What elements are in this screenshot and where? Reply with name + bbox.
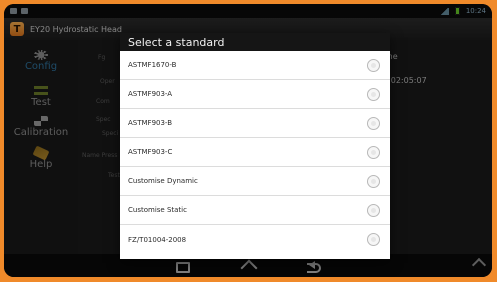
standard-option-label: Customise Static: [128, 206, 187, 214]
standard-option-label: ASTMF903-A: [128, 90, 173, 98]
standard-option-customise-static[interactable]: Customise Static: [120, 196, 390, 225]
standard-option-label: Customise Dynamic: [128, 177, 198, 185]
dialog-title: Select a standard: [128, 35, 225, 49]
standard-option-customise-dynamic[interactable]: Customise Dynamic: [120, 167, 390, 196]
radio-button-icon[interactable]: [367, 145, 380, 159]
standard-option-astmf903-b[interactable]: ASTMF903-B: [120, 109, 390, 138]
standard-option-astmf1670-b[interactable]: ASTMF1670-B: [120, 51, 390, 80]
radio-button-icon[interactable]: [367, 116, 380, 130]
standard-option-label: ASTMF1670-B: [128, 61, 177, 69]
radio-button-icon[interactable]: [367, 174, 380, 188]
dialog-header: Select a standard: [120, 33, 390, 51]
standard-option-astmf903-c[interactable]: ASTMF903-C: [120, 138, 390, 167]
standard-option-astmf903-a[interactable]: ASTMF903-A: [120, 80, 390, 109]
radio-button-icon[interactable]: [367, 87, 380, 101]
standard-option-label: FZ/T01004-2008: [128, 235, 187, 244]
device-frame: 10:24 T EY20 Hydrostatic Head Config Tes…: [0, 0, 497, 282]
standard-option-label: ASTMF903-B: [128, 119, 173, 127]
device-screen: 10:24 T EY20 Hydrostatic Head Config Tes…: [4, 4, 492, 277]
radio-button-icon[interactable]: [367, 58, 380, 72]
standard-option-fzt01004-2008[interactable]: FZ/T01004-2008: [120, 225, 390, 254]
standard-list: ASTMF1670-B ASTMF903-A ASTMF903-B ASTMF9…: [120, 51, 390, 259]
radio-button-icon[interactable]: [367, 203, 380, 217]
select-standard-dialog: Select a standard ASTMF1670-B ASTMF903-A…: [120, 33, 390, 259]
radio-button-icon[interactable]: [367, 233, 380, 246]
standard-option-label: ASTMF903-C: [128, 148, 173, 156]
